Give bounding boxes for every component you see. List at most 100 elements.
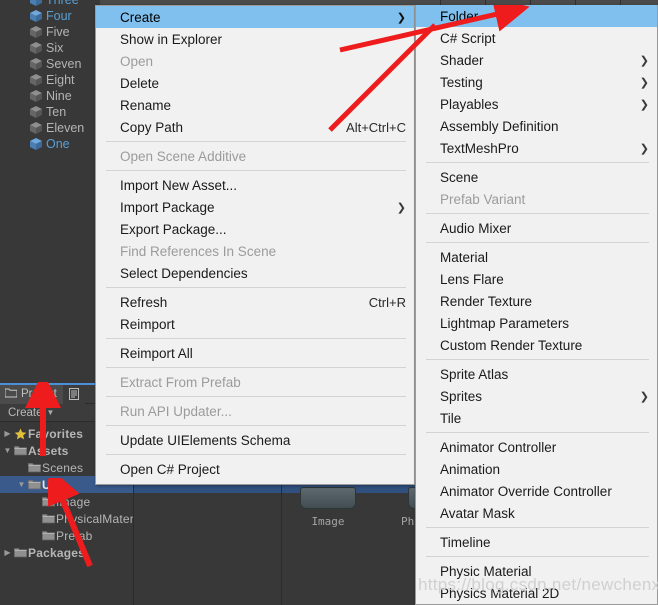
- create-dropdown[interactable]: Create: [8, 407, 43, 419]
- prefab-cube-icon: [30, 90, 42, 102]
- create-lens-flare[interactable]: Lens Flare: [416, 268, 657, 290]
- chevron-down-icon[interactable]: ▼: [2, 446, 13, 455]
- hierarchy-item-four[interactable]: Four: [0, 8, 100, 24]
- hierarchy-item-label: Six: [46, 41, 64, 55]
- ctx-reimport-all[interactable]: Reimport All: [96, 342, 414, 364]
- menu-item-label: Timeline: [440, 534, 491, 550]
- hierarchy-item-five[interactable]: Five: [0, 24, 100, 40]
- create-shader[interactable]: Shader ❯: [416, 49, 657, 71]
- ctx-reimport[interactable]: Reimport: [96, 313, 414, 335]
- create-tile[interactable]: Tile: [416, 407, 657, 429]
- create-animator-override-controller[interactable]: Animator Override Controller: [416, 480, 657, 502]
- chevron-right-icon: ❯: [639, 98, 649, 111]
- ctx-run-api-updater: Run API Updater...: [96, 400, 414, 422]
- hierarchy-item-label: One: [46, 137, 70, 151]
- hierarchy-item-ten[interactable]: Ten: [0, 104, 100, 120]
- menu-separator: [106, 170, 406, 171]
- ctx-import-new-asset[interactable]: Import New Asset...: [96, 174, 414, 196]
- ctx-rename[interactable]: Rename: [96, 94, 414, 116]
- unity-editor-window: Three Four Five Six Seven Eight Nine Ten Eleven O…: [0, 0, 658, 605]
- chevron-right-icon[interactable]: ▶: [2, 548, 13, 557]
- ctx-refresh[interactable]: Refresh Ctrl+R: [96, 291, 414, 313]
- menu-item-label: Refresh: [120, 294, 168, 310]
- create-submenu[interactable]: Folder C# Script Shader ❯ Testing ❯ Playables ❯…: [415, 5, 658, 605]
- menu-separator: [106, 338, 406, 339]
- create-sprites[interactable]: Sprites ❯: [416, 385, 657, 407]
- create-c-script[interactable]: C# Script: [416, 27, 657, 49]
- hierarchy-item-label: Eight: [46, 73, 75, 87]
- hierarchy-item-seven[interactable]: Seven: [0, 56, 100, 72]
- project-tree-label: Packages: [28, 545, 85, 560]
- create-playables[interactable]: Playables ❯: [416, 93, 657, 115]
- create-folder[interactable]: Folder: [416, 5, 657, 27]
- prefab-cube-icon: [30, 42, 42, 54]
- create-scene[interactable]: Scene: [416, 166, 657, 188]
- chevron-right-icon[interactable]: ▶: [2, 429, 13, 438]
- create-lightmap-parameters[interactable]: Lightmap Parameters: [416, 312, 657, 334]
- menu-item-label: Animator Override Controller: [440, 483, 612, 499]
- create-audio-mixer[interactable]: Audio Mixer: [416, 217, 657, 239]
- menu-item-shortcut: Alt+Ctrl+C: [346, 119, 406, 135]
- menu-item-label: Rename: [120, 97, 172, 113]
- ctx-show-in-explorer[interactable]: Show in Explorer: [96, 28, 414, 50]
- create-assembly-definition[interactable]: Assembly Definition: [416, 115, 657, 137]
- ctx-open-scene-additive: Open Scene Additive: [96, 145, 414, 167]
- tab-project[interactable]: Project: [0, 384, 63, 404]
- hierarchy-item-three[interactable]: Three: [0, 0, 100, 8]
- ctx-import-package[interactable]: Import Package ❯: [96, 196, 414, 218]
- create-animation[interactable]: Animation: [416, 458, 657, 480]
- ctx-create[interactable]: Create ❯: [96, 6, 414, 28]
- create-testing[interactable]: Testing ❯: [416, 71, 657, 93]
- project-context-menu[interactable]: Create ❯ Show in Explorer Open Delete Rename C…: [95, 5, 415, 485]
- create-animator-controller[interactable]: Animator Controller: [416, 436, 657, 458]
- create-material[interactable]: Material: [416, 246, 657, 268]
- hierarchy-item-nine[interactable]: Nine: [0, 88, 100, 104]
- folder-thumbnail-icon: [300, 487, 356, 509]
- hierarchy-item-label: Three: [46, 0, 79, 7]
- project-tree-item-physicalmaterial[interactable]: PhysicalMaterial: [0, 510, 133, 527]
- ctx-update-uielements-schema[interactable]: Update UIElements Schema: [96, 429, 414, 451]
- menu-separator: [426, 432, 649, 433]
- menu-item-label: Open: [120, 53, 154, 69]
- hierarchy-item-label: Ten: [46, 105, 67, 119]
- menu-separator: [426, 242, 649, 243]
- ctx-select-dependencies[interactable]: Select Dependencies: [96, 262, 414, 284]
- folder-icon: [27, 479, 42, 490]
- asset-item-image[interactable]: Image: [293, 485, 363, 528]
- menu-item-label: Assembly Definition: [440, 118, 559, 134]
- hierarchy-item-eleven[interactable]: Eleven: [0, 120, 100, 136]
- hierarchy-item-one[interactable]: One: [0, 136, 100, 152]
- create-textmeshpro[interactable]: TextMeshPro ❯: [416, 137, 657, 159]
- menu-item-label: Material: [440, 249, 489, 265]
- hierarchy-item-eight[interactable]: Eight: [0, 72, 100, 88]
- menu-item-label: Sprite Atlas: [440, 366, 509, 382]
- menu-separator: [426, 162, 649, 163]
- hierarchy-item-six[interactable]: Six: [0, 40, 100, 56]
- create-timeline[interactable]: Timeline: [416, 531, 657, 553]
- create-custom-render-texture[interactable]: Custom Render Texture: [416, 334, 657, 356]
- create-sprite-atlas[interactable]: Sprite Atlas: [416, 363, 657, 385]
- project-tree-item-image[interactable]: Image: [0, 493, 133, 510]
- ctx-copy-path[interactable]: Copy Path Alt+Ctrl+C: [96, 116, 414, 138]
- menu-item-label: Animator Controller: [440, 439, 557, 455]
- ctx-delete[interactable]: Delete: [96, 72, 414, 94]
- project-tree-item-prefab[interactable]: Prefab: [0, 527, 133, 544]
- menu-item-label: Folder: [440, 8, 479, 24]
- ctx-open-c-project[interactable]: Open C# Project: [96, 458, 414, 480]
- ctx-export-package[interactable]: Export Package...: [96, 218, 414, 240]
- menu-item-label: Open Scene Additive: [120, 148, 247, 164]
- chevron-down-icon[interactable]: ▼: [16, 480, 27, 489]
- console-tab-icon[interactable]: [62, 384, 85, 404]
- menu-item-label: Select Dependencies: [120, 265, 248, 281]
- menu-item-label: Update UIElements Schema: [120, 432, 291, 448]
- chevron-right-icon: ❯: [639, 76, 649, 89]
- menu-item-label: Extract From Prefab: [120, 374, 241, 390]
- folder-icon: [27, 462, 42, 473]
- folder-icon: [41, 530, 56, 541]
- create-avatar-mask[interactable]: Avatar Mask: [416, 502, 657, 524]
- project-tree-item-packages[interactable]: ▶ Packages: [0, 544, 133, 561]
- create-render-texture[interactable]: Render Texture: [416, 290, 657, 312]
- asset-item-label: Image: [311, 515, 345, 528]
- chevron-down-icon: ▼: [46, 408, 55, 417]
- menu-item-label: Sprites: [440, 388, 483, 404]
